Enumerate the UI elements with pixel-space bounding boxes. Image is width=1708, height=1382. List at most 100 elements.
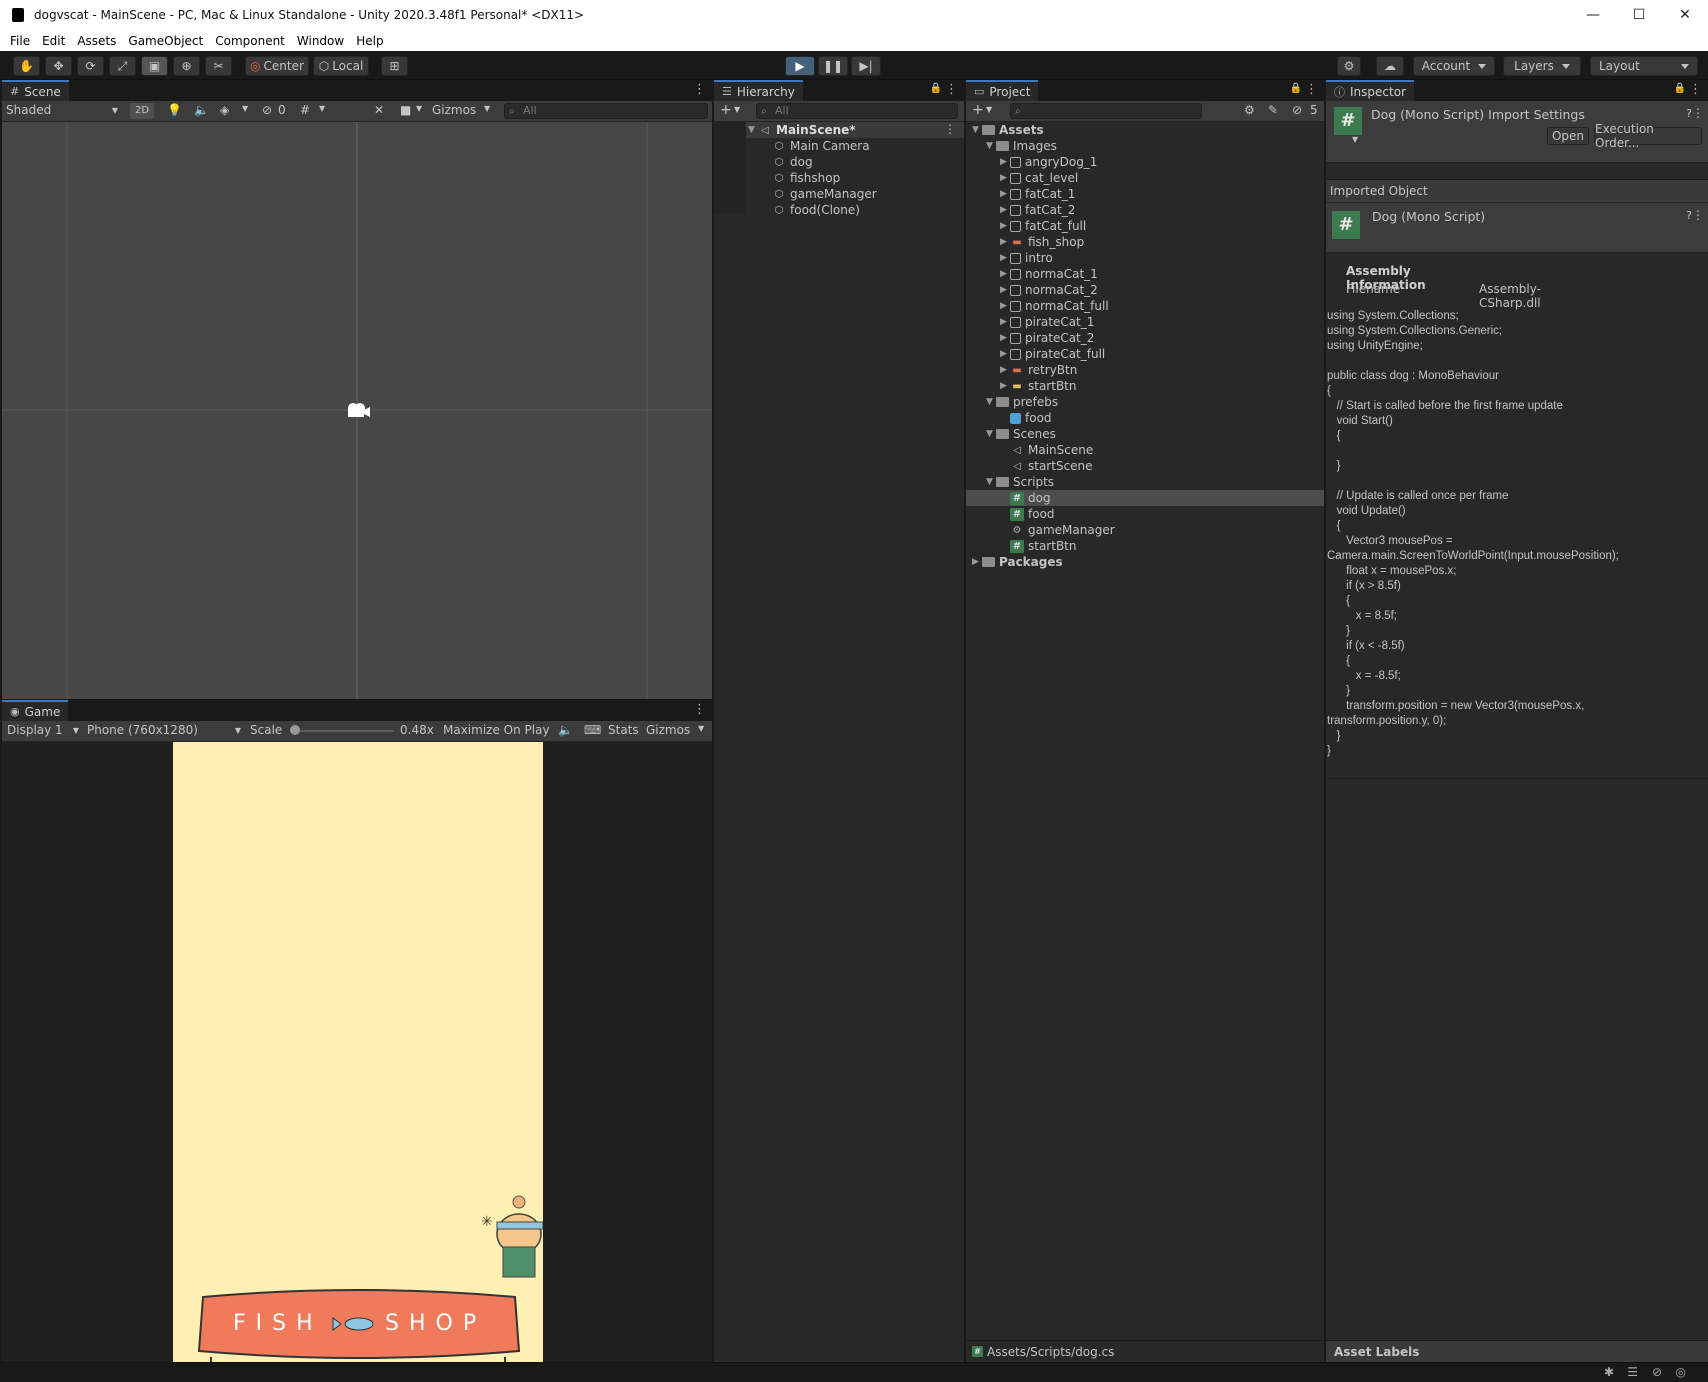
mute-audio-icon[interactable]: 🔈 bbox=[558, 723, 573, 737]
bug-icon[interactable]: ✱ bbox=[1604, 1365, 1614, 1379]
close-button[interactable]: ✕ bbox=[1662, 0, 1708, 30]
asset-item[interactable]: ▶ pirateCat_full bbox=[1000, 346, 1105, 362]
effects-dropdown-icon[interactable]: ▼ bbox=[242, 104, 248, 113]
tab-scene[interactable]: # Scene bbox=[2, 80, 69, 101]
tools-icon[interactable]: ✕ bbox=[374, 103, 384, 117]
project-menu-icon[interactable]: ⋮ bbox=[1305, 82, 1318, 97]
asset-item[interactable]: ▶ fatCat_2 bbox=[1000, 202, 1075, 218]
menu-window[interactable]: Window bbox=[291, 34, 350, 48]
tree-folder-packages[interactable]: ▶ Packages bbox=[972, 554, 1063, 570]
asset-item[interactable]: ▶ normaCat_2 bbox=[1000, 282, 1098, 298]
search-by-label-icon[interactable]: ✎ bbox=[1268, 103, 1278, 117]
scale-tool-button[interactable]: ⤢ bbox=[109, 56, 136, 76]
hidden-objects-icon[interactable]: ⊘ bbox=[262, 103, 272, 117]
rotate-tool-button[interactable]: ⟳ bbox=[77, 56, 104, 76]
menu-file[interactable]: File bbox=[4, 34, 36, 48]
pivot-local-button[interactable]: ⬡ Local bbox=[313, 56, 369, 76]
hierarchy-item[interactable]: ⬡ dog bbox=[772, 154, 813, 170]
asset-item[interactable]: ▶ cat_level bbox=[1000, 170, 1078, 186]
collab-button[interactable]: ☁ bbox=[1376, 56, 1404, 76]
auto-generate-lighting-icon[interactable]: ⊘ bbox=[1652, 1365, 1662, 1379]
lock-icon[interactable]: 🔒 bbox=[1674, 83, 1686, 94]
game-menu-icon[interactable]: ⋮ bbox=[693, 702, 706, 717]
scene-gizmos-button[interactable]: Gizmos bbox=[432, 103, 476, 117]
pivot-center-button[interactable]: ◎ Center bbox=[245, 56, 309, 76]
camera-dropdown-icon[interactable]: ▼ bbox=[416, 104, 422, 113]
scene-menu-icon[interactable]: ⋮ bbox=[944, 122, 956, 136]
keyboard-icon[interactable]: ⌨ bbox=[584, 723, 601, 737]
create-add-icon[interactable]: + bbox=[972, 102, 984, 118]
asset-item[interactable]: ▶ normaCat_full bbox=[1000, 298, 1109, 314]
tree-folder-scenes[interactable]: ▼ Scenes bbox=[986, 426, 1056, 442]
asset-item[interactable]: ▶ angryDog_1 bbox=[1000, 154, 1097, 170]
custom-tool-button[interactable]: ✂ bbox=[205, 56, 232, 76]
object-menu-icon[interactable]: ⋮ bbox=[1692, 208, 1704, 222]
lock-icon[interactable]: 🔒 bbox=[1290, 83, 1302, 94]
create-dropdown-icon[interactable]: ▼ bbox=[734, 105, 740, 114]
grid-visibility-icon[interactable]: # bbox=[300, 103, 310, 117]
asset-item[interactable]: ▶ pirateCat_1 bbox=[1000, 314, 1094, 330]
gizmos-dropdown-icon[interactable]: ▼ bbox=[484, 104, 490, 113]
display-dropdown[interactable]: Display 1 ▼ bbox=[7, 723, 79, 737]
scale-slider-track[interactable] bbox=[292, 730, 394, 732]
cache-server-icon[interactable]: ☰ bbox=[1627, 1365, 1638, 1379]
progress-icon[interactable]: ◎ bbox=[1676, 1365, 1686, 1379]
scene-root-row[interactable]: ▼ ◁ MainScene* bbox=[748, 122, 856, 138]
layers-dropdown[interactable]: Layers bbox=[1503, 56, 1581, 76]
tab-hierarchy[interactable]: ☰ Hierarchy bbox=[714, 80, 803, 101]
gizmos-dropdown-icon[interactable]: ▼ bbox=[698, 724, 704, 733]
hidden-packages-icon[interactable]: ⊘ bbox=[1292, 103, 1302, 117]
layout-dropdown[interactable]: Layout bbox=[1590, 56, 1698, 76]
menu-edit[interactable]: Edit bbox=[36, 34, 71, 48]
resolution-dropdown[interactable]: Phone (760x1280) ▼ bbox=[87, 723, 241, 737]
menu-assets[interactable]: Assets bbox=[71, 34, 122, 48]
tree-folder-prefebs[interactable]: ▼ prefebs bbox=[986, 394, 1058, 410]
move-tool-button[interactable]: ✥ bbox=[45, 56, 72, 76]
menu-component[interactable]: Component bbox=[209, 34, 291, 48]
asset-item[interactable]: ▶ fatCat_full bbox=[1000, 218, 1086, 234]
grid-snap-button[interactable]: ⊞ bbox=[381, 56, 408, 76]
step-button[interactable]: ▶| bbox=[851, 56, 881, 76]
inspector-menu-icon[interactable]: ⋮ bbox=[1689, 82, 1702, 97]
asset-item[interactable]: ⚙ gameManager bbox=[1010, 522, 1115, 538]
lighting-icon[interactable]: 💡 bbox=[167, 103, 182, 117]
game-gizmos-button[interactable]: Gizmos bbox=[646, 723, 690, 737]
scene-search-input[interactable]: ⌕ All bbox=[504, 103, 708, 119]
asset-item[interactable]: food bbox=[1010, 410, 1052, 426]
asset-item[interactable]: ▶ normaCat_1 bbox=[1000, 266, 1098, 282]
asset-item[interactable]: ▶ ▬ startBtn bbox=[1000, 378, 1077, 394]
asset-item[interactable]: ▶ intro bbox=[1000, 250, 1053, 266]
tab-project[interactable]: ▭ Project bbox=[966, 80, 1039, 101]
grid-dropdown-icon[interactable]: ▼ bbox=[319, 104, 325, 113]
camera-icon[interactable]: ■ bbox=[400, 103, 411, 117]
hierarchy-item[interactable]: ⬡ food(Clone) bbox=[772, 202, 860, 218]
scale-slider-handle[interactable] bbox=[290, 725, 300, 735]
icon-dropdown-icon[interactable]: ▼ bbox=[1352, 135, 1358, 144]
asset-item[interactable]: ▶ ▬ fish_shop bbox=[1000, 234, 1084, 250]
services-button[interactable]: ⚙ bbox=[1337, 56, 1361, 76]
settings-menu-icon[interactable]: ⋮ bbox=[1692, 106, 1704, 120]
asset-item[interactable]: ▶ fatCat_1 bbox=[1000, 186, 1075, 202]
hierarchy-menu-icon[interactable]: ⋮ bbox=[945, 82, 958, 97]
rect-tool-button[interactable]: ▣ bbox=[141, 56, 168, 76]
camera-gizmo-icon[interactable] bbox=[345, 402, 371, 420]
audio-icon[interactable]: 🔈 bbox=[194, 103, 209, 117]
asset-item[interactable]: # startBtn bbox=[1010, 538, 1077, 554]
asset-item[interactable]: ◁ startScene bbox=[1010, 458, 1092, 474]
hierarchy-search-input[interactable]: ⌕ All bbox=[756, 103, 958, 119]
tree-folder-scripts[interactable]: ▼ Scripts bbox=[986, 474, 1054, 490]
asset-item[interactable]: ▶ ▬ retryBtn bbox=[1000, 362, 1077, 378]
stats-button[interactable]: Stats bbox=[608, 723, 639, 737]
play-button[interactable]: ▶ bbox=[785, 56, 815, 76]
2d-toggle[interactable]: 2D bbox=[130, 103, 154, 119]
create-add-icon[interactable]: + bbox=[720, 102, 732, 118]
project-search-input[interactable]: ⌕ bbox=[1010, 103, 1202, 119]
game-viewport[interactable]: ✳ FISH SHOP bbox=[2, 742, 712, 1362]
menu-help[interactable]: Help bbox=[350, 34, 389, 48]
hand-tool-button[interactable]: ✋ bbox=[13, 56, 40, 76]
asset-item-selected[interactable]: # dog bbox=[1010, 490, 1051, 506]
lock-icon[interactable]: 🔒 bbox=[930, 83, 942, 94]
hierarchy-item[interactable]: ⬡ Main Camera bbox=[772, 138, 870, 154]
execution-order-button[interactable]: Execution Order... bbox=[1594, 122, 1702, 150]
hierarchy-item[interactable]: ⬡ fishshop bbox=[772, 170, 841, 186]
